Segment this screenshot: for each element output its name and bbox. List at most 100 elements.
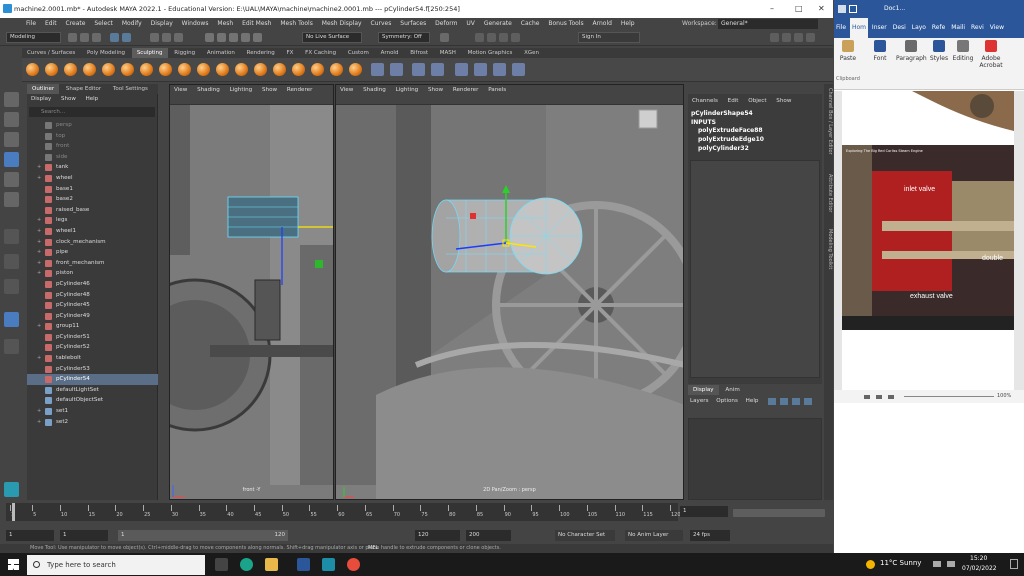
modeling-toolkit-icon[interactable]: [770, 33, 779, 42]
layer-menu-help[interactable]: Help: [746, 398, 759, 404]
rotate-tool-icon[interactable]: [4, 172, 19, 187]
input-node[interactable]: polyExtrudeFace88: [698, 127, 763, 134]
knife-tool-icon[interactable]: [273, 63, 286, 76]
shelf-tab-bifrost[interactable]: Bifrost: [405, 48, 433, 58]
sign-in-button[interactable]: Sign In: [578, 32, 640, 43]
paragraph-button[interactable]: Paragraph: [896, 40, 927, 62]
new-layer-selected-icon[interactable]: [780, 398, 788, 405]
menu-help[interactable]: Help: [621, 20, 635, 27]
view-cube-icon[interactable]: [638, 109, 658, 129]
zoom-slider[interactable]: [904, 396, 994, 397]
shelf-tab-rendering[interactable]: Rendering: [242, 48, 280, 58]
expand-toggle-icon[interactable]: +: [37, 406, 41, 417]
imprint-tool-icon[interactable]: [197, 63, 210, 76]
word-tab-review[interactable]: Revi: [969, 18, 986, 38]
zoom-level[interactable]: 100%: [997, 390, 1011, 403]
expand-toggle-icon[interactable]: +: [37, 353, 41, 364]
mel-label[interactable]: MEL: [368, 545, 378, 551]
file-explorer-icon[interactable]: [265, 558, 278, 571]
font-button[interactable]: Font: [868, 40, 892, 62]
new-scene-icon[interactable]: [68, 33, 77, 42]
outliner-item[interactable]: + set2: [27, 417, 158, 428]
taskbar-search-input[interactable]: Type here to search: [27, 555, 205, 575]
outliner-item[interactable]: + clock_mechanism: [27, 237, 158, 248]
character-set-dropdown[interactable]: No Character Set: [555, 530, 615, 541]
tab-anim-layers[interactable]: Anim: [720, 385, 744, 395]
menu-file[interactable]: File: [26, 20, 36, 27]
outliner-item[interactable]: + set1: [27, 406, 158, 417]
word-tab-design[interactable]: Desi: [891, 18, 908, 38]
outliner-search-input[interactable]: Search...: [29, 107, 155, 117]
start-frame-field[interactable]: 1: [6, 530, 54, 541]
outliner-item[interactable]: pCylinder45: [27, 300, 158, 311]
outliner-item[interactable]: top: [27, 131, 158, 142]
expand-toggle-icon[interactable]: +: [37, 226, 41, 237]
channel-box-icon[interactable]: [806, 33, 815, 42]
mode-dropdown[interactable]: Modeling: [6, 32, 61, 43]
expand-toggle-icon[interactable]: +: [37, 237, 41, 248]
input-node[interactable]: polyCylinder32: [698, 145, 749, 152]
word-tab-file[interactable]: File: [834, 18, 848, 38]
tab-tool-settings[interactable]: Tool Settings: [108, 84, 153, 94]
outliner-item[interactable]: pCylinder49: [27, 311, 158, 322]
sculpt-tool-icon[interactable]: [26, 63, 39, 76]
word-taskbar-icon[interactable]: [297, 558, 310, 571]
cb-menu-channels[interactable]: Channels: [692, 98, 718, 104]
expand-toggle-icon[interactable]: +: [37, 247, 41, 258]
selected-cylinder[interactable]: [431, 197, 583, 275]
undo-icon[interactable]: [110, 33, 119, 42]
menu-deform[interactable]: Deform: [435, 20, 457, 27]
persp-viewport[interactable]: View Shading Lighting Show Renderer Pane…: [335, 84, 684, 500]
menu-create[interactable]: Create: [66, 20, 86, 27]
vp1-menu-view[interactable]: View: [174, 87, 187, 93]
volume-icon[interactable]: [947, 561, 955, 567]
undo-icon[interactable]: [849, 5, 857, 13]
shelf-tab-curves[interactable]: Curves / Surfaces: [22, 48, 80, 58]
layer-menu-options[interactable]: Options: [716, 398, 738, 404]
smear-tool-icon[interactable]: [292, 63, 305, 76]
acrobat-button[interactable]: Adobe Acrobat: [976, 40, 1006, 69]
menu-modify[interactable]: Modify: [122, 20, 142, 27]
anim-layer-dropdown[interactable]: No Anim Layer: [625, 530, 683, 541]
task-view-icon[interactable]: [215, 558, 228, 571]
shelf-tab-mash[interactable]: MASH: [435, 48, 461, 58]
tab-shape-editor[interactable]: Shape Editor: [61, 84, 106, 94]
word-tab-home[interactable]: Hom: [849, 18, 868, 38]
vp2-menu-show[interactable]: Show: [428, 87, 443, 93]
outliner-item[interactable]: + piston: [27, 268, 158, 279]
vp2-menu-panels[interactable]: Panels: [488, 87, 506, 93]
vp2-menu-lighting[interactable]: Lighting: [396, 87, 419, 93]
expand-toggle-icon[interactable]: +: [37, 321, 41, 332]
word-tab-layout[interactable]: Layo: [910, 18, 928, 38]
zoom-icon[interactable]: [4, 339, 19, 354]
outliner-menu-display[interactable]: Display: [31, 96, 51, 102]
word-tab-references[interactable]: Refe: [930, 18, 947, 38]
vp2-menu-shading[interactable]: Shading: [363, 87, 386, 93]
side-tab-channel-box[interactable]: Channel Box / Layer Editor: [824, 88, 833, 155]
viewport-toolbar[interactable]: [336, 95, 683, 105]
notifications-icon[interactable]: [1010, 559, 1018, 569]
maya-taskbar-icon[interactable]: [322, 558, 335, 571]
outliner-item[interactable]: side: [27, 152, 158, 163]
save-scene-icon[interactable]: [92, 33, 101, 42]
sculpt-layer-icon[interactable]: [493, 63, 506, 76]
side-tab-modeling-toolkit[interactable]: Modeling Toolkit: [824, 229, 833, 269]
weather-text[interactable]: 11°C Sunny: [880, 559, 921, 567]
playback-controls[interactable]: [733, 509, 825, 517]
render-settings-icon[interactable]: [499, 33, 508, 42]
menu-cache[interactable]: Cache: [521, 20, 540, 27]
shape-name[interactable]: pCylinderShape54: [691, 110, 753, 117]
paste-button[interactable]: Paste: [836, 40, 860, 62]
end-frame-field[interactable]: 200: [466, 530, 511, 541]
outliner-item[interactable]: + tank: [27, 162, 158, 173]
vp1-menu-lighting[interactable]: Lighting: [230, 87, 253, 93]
menu-display[interactable]: Display: [151, 20, 173, 27]
outliner-item[interactable]: defaultObjectSet: [27, 395, 158, 406]
vp2-menu-view[interactable]: View: [340, 87, 353, 93]
word-tab-view[interactable]: View: [988, 18, 1006, 38]
outliner-item[interactable]: pCylinder46: [27, 279, 158, 290]
blend-shape-icon[interactable]: [455, 63, 468, 76]
wrinkle-icon[interactable]: [474, 63, 487, 76]
freeze-tool-icon[interactable]: [349, 63, 362, 76]
hypershade-icon[interactable]: [511, 33, 520, 42]
